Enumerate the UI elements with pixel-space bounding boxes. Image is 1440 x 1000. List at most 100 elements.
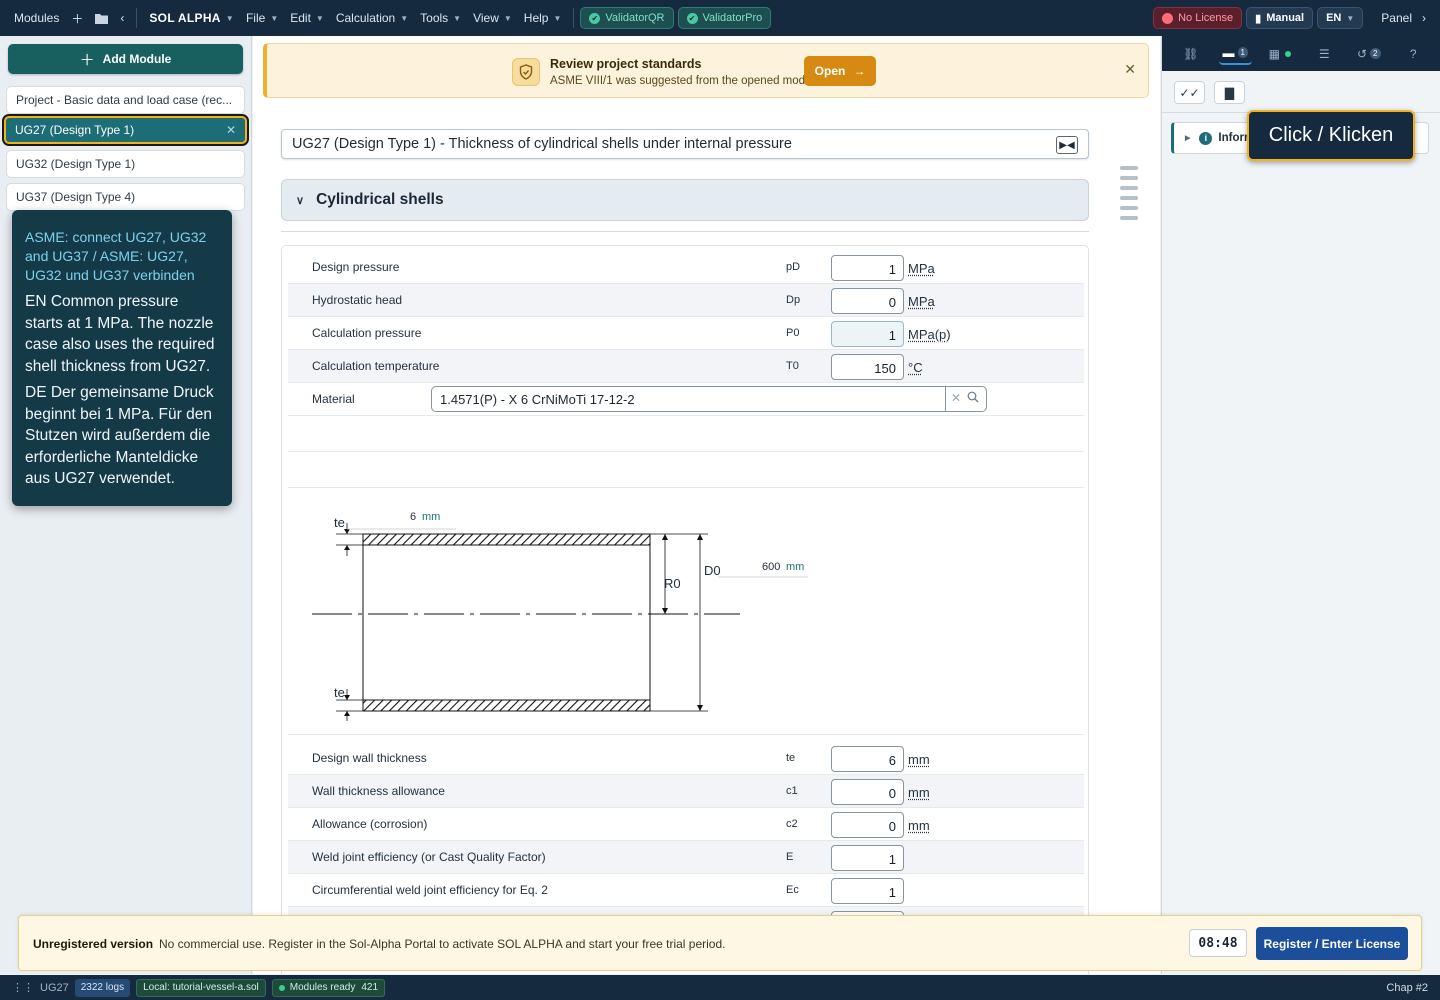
param-row-wall-thickness-allowance: Wall thickness allowance c1 0 mm (288, 775, 1084, 808)
r0-label: R0 (664, 576, 681, 591)
te-unit: mm (422, 511, 441, 523)
collapse-panels-icon[interactable]: ▶◀ (1056, 136, 1078, 154)
module-title-bar: UG27 (Design Type 1) - Thickness of cyli… (281, 129, 1089, 159)
outline-mark (1120, 216, 1138, 220)
click-hint-callout: Click / Klicken (1247, 110, 1415, 161)
param-label: Design pressure (312, 260, 400, 274)
side-panel: ⛓ ▬ 1 ▦ ☰ ↺ 2 ? ✓✓ ▇ ▶ i Inform (1161, 36, 1440, 974)
wall-thickness-allowance-input[interactable]: 0 (831, 779, 904, 805)
manual-button[interactable]: ▮ Manual (1246, 7, 1314, 29)
grid-icon[interactable]: ⋮⋮ (12, 981, 34, 994)
expand-triangle-icon: ▶ (1185, 135, 1191, 142)
brand-menu[interactable]: SOL ALPHA ▼ (143, 0, 240, 36)
menu-tools[interactable]: Tools ▼ (414, 0, 467, 36)
menu-view[interactable]: View ▼ (467, 0, 518, 36)
check-icon: ✔ (686, 12, 698, 24)
field-divider (945, 387, 946, 411)
param-symbol: E (786, 851, 794, 863)
help-icon: ? (1409, 46, 1417, 61)
calculation-temperature-input[interactable]: 150 (831, 354, 904, 380)
menubar: Modules ＋ ‹ SOL ALPHA ▼ File ▼ Edit ▼ Calcu… (0, 0, 1440, 36)
unit-selector[interactable]: MPa (908, 294, 935, 309)
empty-row (288, 416, 1084, 452)
chevron-down-icon: ▼ (315, 13, 324, 23)
clear-icon[interactable]: ✕ (951, 391, 961, 405)
param-row-calculation-temperature: Calculation temperature T0 150 °C (288, 350, 1084, 383)
corrosion-allowance-input[interactable]: 0 (831, 812, 904, 838)
banner-open-button[interactable]: Open → (804, 56, 876, 86)
hydrostatic-head-input[interactable]: 0 (831, 288, 904, 314)
section-header-cylindrical-shells[interactable]: ∨ Cylindrical shells (281, 179, 1089, 221)
panel-toggle[interactable]: Panel › (1375, 0, 1432, 36)
tab-history[interactable]: ↺ 2 (1352, 43, 1386, 65)
sidebar-item-ug32[interactable]: UG32 (Design Type 1) (6, 150, 245, 178)
language-select[interactable]: EN ▼ (1317, 7, 1364, 29)
weld-joint-efficiency-input[interactable]: 1 (831, 845, 904, 871)
material-value: 1.4571(P) - X 6 CrNiMoTi 17-12-2 (440, 392, 635, 407)
logs-chip[interactable]: 2322 logs (74, 978, 131, 997)
active-module-label: UG27 (40, 981, 69, 994)
material-select[interactable]: 1.4571(P) - X 6 CrNiMoTi 17-12-2 ✕ (431, 386, 987, 412)
tab-list[interactable]: ☰ (1308, 43, 1342, 65)
unit-selector[interactable]: mm (908, 752, 930, 767)
param-row-design-pressure: Design pressure pD 1 MPa (288, 251, 1084, 284)
sidebar-item-ug37[interactable]: UG37 (Design Type 4) (6, 183, 245, 211)
te-value: 6 (410, 511, 417, 523)
unit-selector[interactable]: MPa(p) (908, 327, 951, 342)
tab-results[interactable]: ▦ (1263, 43, 1297, 65)
tab-links[interactable]: ⛓ (1174, 43, 1208, 65)
delete-button[interactable]: ▇ (1214, 81, 1245, 104)
module-title: UG27 (Design Type 1) - Thickness of cyli… (292, 136, 792, 152)
unit-selector[interactable]: MPa (908, 261, 935, 276)
tab-comments[interactable]: ▬ 1 (1218, 43, 1252, 65)
validator-pro-button[interactable]: ✔ ValidatorPro (677, 7, 772, 29)
param-label: Calculation temperature (312, 359, 440, 373)
outline-scroll-indicator[interactable] (1120, 166, 1138, 226)
menu-help[interactable]: Help ▼ (518, 0, 568, 36)
book-icon: ▮ (1255, 12, 1262, 25)
circumferential-weld-efficiency-input[interactable]: 1 (831, 878, 904, 904)
count-badge: 2 (1370, 48, 1381, 59)
menubar-divider (136, 8, 138, 28)
sidebar-item-project[interactable]: Project - Basic data and load case (rec.… (6, 86, 245, 114)
module-sidebar: ＋ Add Module Project - Basic data and loa… (0, 36, 252, 974)
design-pressure-input[interactable]: 1 (831, 255, 904, 281)
menu-calculation[interactable]: Calculation ▼ (330, 0, 414, 36)
back-chevron-icon[interactable]: ‹ (114, 0, 130, 36)
folder-icon[interactable] (89, 0, 114, 36)
param-row-hydrostatic-head: Hydrostatic head Dp 0 MPa (288, 284, 1084, 317)
design-wall-thickness-input[interactable]: 6 (831, 746, 904, 772)
register-license-button[interactable]: Register / Enter License (1256, 927, 1408, 960)
chevron-down-icon: ▼ (453, 13, 462, 23)
sidebar-item-ug27[interactable]: UG27 (Design Type 1) ✕ (4, 116, 247, 144)
d0-label: D0 (704, 563, 721, 578)
section-title: Cylindrical shells (316, 191, 444, 208)
unit-selector[interactable]: mm (908, 785, 930, 800)
d0-unit: mm (786, 561, 805, 573)
mark-all-read-button[interactable]: ✓✓ (1174, 81, 1205, 104)
banner-close-icon[interactable]: ✕ (1124, 61, 1136, 78)
license-title: Unregistered version (33, 937, 154, 951)
history-icon: ↺ (1356, 46, 1368, 61)
validator-qr-button[interactable]: ✔ ValidatorQR (580, 7, 674, 29)
modules-ready-chip[interactable]: Modules ready 421 (271, 978, 386, 997)
file-chip[interactable]: Local: tutorial-vessel-a.sol (136, 978, 266, 997)
param-label: Wall thickness allowance (312, 784, 445, 798)
check-icon: ✔ (589, 12, 601, 24)
unit-selector[interactable]: mm (908, 818, 930, 833)
calculation-pressure-field[interactable]: 1 (831, 321, 904, 347)
search-icon[interactable] (967, 391, 979, 403)
unit-selector[interactable]: °C (908, 360, 923, 375)
chevron-down-icon: ∨ (296, 194, 305, 207)
close-icon[interactable]: ✕ (226, 123, 236, 137)
tab-help[interactable]: ? (1397, 43, 1431, 65)
menu-edit[interactable]: Edit ▼ (284, 0, 330, 36)
add-module-button[interactable]: ＋ Add Module (8, 44, 243, 74)
param-row-calculation-pressure: Calculation pressure P0 1 MPa(p) (288, 317, 1084, 350)
arrow-right-icon: → (853, 64, 866, 78)
plus-icon[interactable]: ＋ (65, 0, 89, 36)
no-license-button[interactable]: No License (1153, 7, 1243, 29)
modules-menu[interactable]: Modules (8, 0, 65, 36)
menu-file[interactable]: File ▼ (240, 0, 284, 36)
outline-mark (1120, 176, 1138, 180)
